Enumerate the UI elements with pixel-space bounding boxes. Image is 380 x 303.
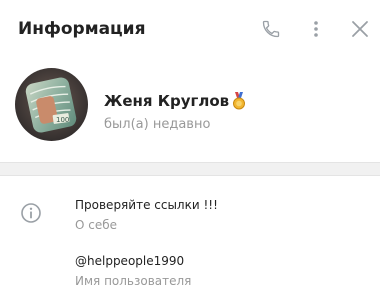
medal-icon bbox=[233, 92, 246, 110]
bio-label: О себе bbox=[75, 218, 118, 232]
user-info-panel: Информация 100 Женя Круглов был(а) недав… bbox=[0, 0, 380, 303]
bio-text: Проверяйте ссылки !!! bbox=[75, 198, 218, 212]
panel-header: Информация bbox=[0, 0, 380, 60]
close-icon bbox=[352, 21, 368, 37]
last-seen-status: был(а) недавно bbox=[104, 117, 211, 132]
profile-section: 100 Женя Круглов был(а) недавно bbox=[0, 60, 380, 160]
info-icon bbox=[21, 203, 41, 223]
close-button[interactable] bbox=[347, 16, 373, 42]
avatar[interactable]: 100 bbox=[15, 68, 88, 141]
svg-text:100: 100 bbox=[56, 116, 69, 124]
panel-title: Информация bbox=[18, 19, 146, 39]
username-text: @helppeople1990 bbox=[75, 254, 185, 268]
more-options-button[interactable] bbox=[303, 16, 329, 42]
call-button[interactable] bbox=[258, 16, 284, 42]
username-block[interactable]: @helppeople1990 Имя пользователя bbox=[75, 253, 191, 289]
section-divider bbox=[0, 162, 380, 176]
phone-icon bbox=[262, 20, 280, 38]
bio-block[interactable]: Проверяйте ссылки !!! О себе bbox=[75, 197, 218, 233]
more-vertical-icon bbox=[314, 21, 318, 37]
profile-name: Женя Круглов bbox=[104, 92, 230, 110]
username-label: Имя пользователя bbox=[75, 274, 192, 288]
profile-name-row: Женя Круглов bbox=[104, 90, 246, 112]
